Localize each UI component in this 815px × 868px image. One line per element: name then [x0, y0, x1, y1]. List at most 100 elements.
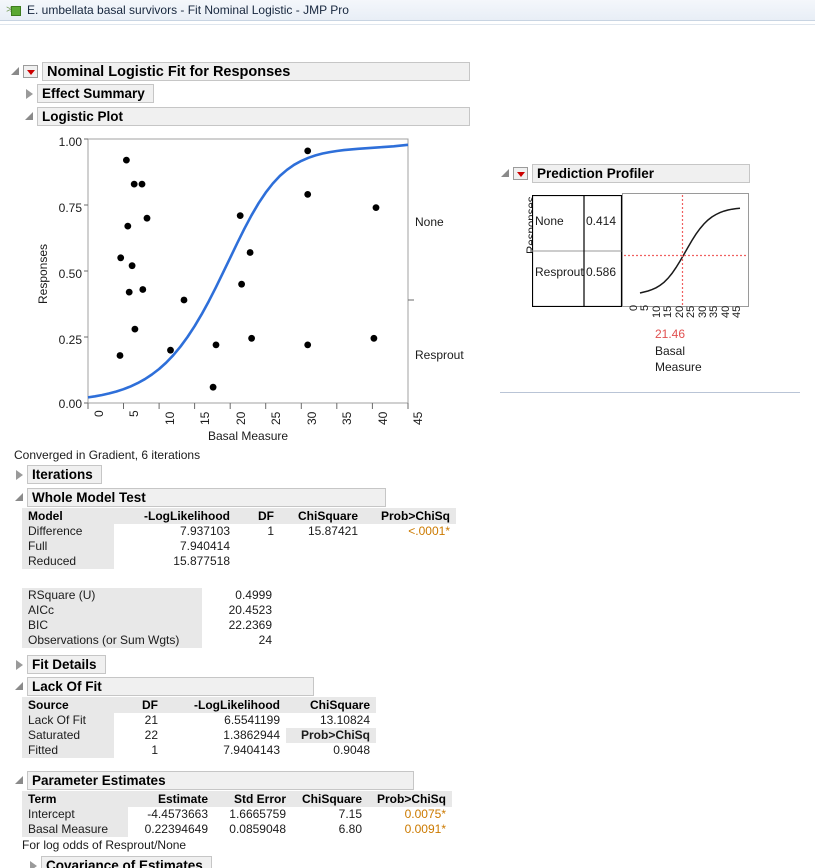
stat-label: AICc: [22, 603, 202, 618]
y-tick-label: 0.00: [50, 397, 82, 411]
window-title: E. umbellata basal survivors - Fit Nomin…: [27, 3, 349, 17]
cell-prob-chisq-header: Prob>ChiSq: [286, 728, 376, 743]
cell-df: [236, 554, 280, 569]
logistic-plot-canvas[interactable]: [84, 129, 414, 419]
response-level-label-resprout: Resprout: [415, 348, 464, 362]
section-lack-of-fit[interactable]: Lack Of Fit: [14, 677, 314, 696]
col-prob-chisq: Prob>ChiSq: [368, 791, 452, 807]
stat-value: 24: [202, 633, 278, 648]
profiler-x-tick-label: 5: [639, 305, 651, 311]
cell-loglikelihood: 7.9404143: [164, 743, 286, 758]
report-area: Nominal Logistic Fit for Responses Effec…: [0, 25, 815, 868]
cell-chisquare: 15.87421: [280, 524, 364, 539]
col-prob-chisq: Prob>ChiSq: [364, 508, 456, 524]
x-tick-label: 25: [269, 412, 283, 425]
cell-chisquare: 13.10824: [286, 713, 376, 728]
x-tick-label: 5: [127, 410, 141, 417]
section-parameter-estimates[interactable]: Parameter Estimates: [14, 771, 414, 790]
profiler-curve-panel[interactable]: [622, 193, 752, 313]
section-covariance-of-estimates[interactable]: Covariance of Estimates: [28, 856, 212, 868]
x-axis-label: Basal Measure: [208, 429, 288, 443]
col-estimate: Estimate: [128, 791, 214, 807]
cell-loglikelihood: 1.3862944: [164, 728, 286, 743]
cell-prob-chisq: 0.0075*: [368, 807, 452, 822]
disclosure-triangle-closed-icon[interactable]: [14, 659, 25, 671]
red-triangle-menu-icon[interactable]: [513, 167, 528, 180]
table-row: Basal Measure 0.22394649 0.0859048 6.80 …: [22, 822, 452, 837]
cell-df: 21: [114, 713, 164, 728]
jmp-leaf-icon: ≫: [6, 4, 21, 17]
cell-loglikelihood: 7.940414: [114, 539, 236, 554]
section-iterations[interactable]: Iterations: [14, 465, 102, 484]
disclosure-triangle-open-icon[interactable]: [24, 111, 35, 123]
col-source: Source: [22, 697, 114, 713]
cell-df: 22: [114, 728, 164, 743]
cell-std-error: 0.0859048: [214, 822, 292, 837]
section-title-prediction-profiler: Prediction Profiler: [532, 164, 750, 183]
x-tick-label: 0: [92, 410, 106, 417]
cell-df: 1: [114, 743, 164, 758]
disclosure-triangle-open-icon[interactable]: [14, 775, 25, 787]
section-title-lack-of-fit: Lack Of Fit: [27, 677, 314, 696]
section-title-effect-summary: Effect Summary: [37, 84, 154, 103]
table-row: Observations (or Sum Wgts) 24: [22, 633, 278, 648]
col-loglikelihood: -LogLikelihood: [164, 697, 286, 713]
table-row: Reduced 15.877518: [22, 554, 456, 569]
stat-label: RSquare (U): [22, 588, 202, 603]
section-nominal-logistic-fit[interactable]: Nominal Logistic Fit for Responses: [10, 62, 470, 81]
whole-model-test-table: Model -LogLikelihood DF ChiSquare Prob>C…: [22, 508, 456, 569]
section-title-iterations: Iterations: [27, 465, 102, 484]
col-chisquare: ChiSquare: [280, 508, 364, 524]
section-logistic-plot[interactable]: Logistic Plot: [24, 107, 470, 126]
cell-prob-chisq: [364, 539, 456, 554]
section-whole-model-test[interactable]: Whole Model Test: [14, 488, 386, 507]
x-tick-label: 40: [376, 412, 390, 425]
logistic-plot[interactable]: 1.00 0.75 0.50 0.25 0.00 Responses: [0, 129, 480, 439]
table-row: Saturated 22 1.3862944 Prob>ChiSq: [22, 728, 376, 743]
profiler-bottom-separator: [500, 392, 800, 393]
col-df: DF: [236, 508, 280, 524]
y-tick-label: 0.75: [50, 201, 82, 215]
cell-term: Basal Measure: [22, 822, 128, 837]
table-row: Full 7.940414: [22, 539, 456, 554]
y-tick-label: 1.00: [50, 135, 82, 149]
table-row: Difference 7.937103 1 15.87421 <.0001*: [22, 524, 456, 539]
col-df: DF: [114, 697, 164, 713]
table-row: RSquare (U) 0.4999: [22, 588, 278, 603]
x-tick-label: 30: [305, 412, 319, 425]
section-effect-summary[interactable]: Effect Summary: [24, 84, 154, 103]
profiler-x-tick-label: 25: [685, 306, 697, 318]
disclosure-triangle-open-icon[interactable]: [500, 168, 511, 180]
prediction-profiler[interactable]: Responses None 0.414 Resprout 0.586 0 5 …: [500, 187, 800, 387]
profiler-factor-name-line2: Measure: [655, 360, 702, 374]
disclosure-triangle-closed-icon[interactable]: [24, 88, 35, 100]
col-std-error: Std Error: [214, 791, 292, 807]
profiler-current-value[interactable]: 21.46: [655, 327, 685, 341]
disclosure-triangle-open-icon[interactable]: [10, 66, 21, 78]
table-row: AICc 20.4523: [22, 603, 278, 618]
section-fit-details[interactable]: Fit Details: [14, 655, 106, 674]
profiler-x-tick-label: 45: [731, 306, 743, 318]
col-model: Model: [22, 508, 114, 524]
convergence-text: Converged in Gradient, 6 iterations: [14, 448, 200, 462]
section-prediction-profiler[interactable]: Prediction Profiler: [500, 164, 750, 183]
table-row: Fitted 1 7.9404143 0.9048: [22, 743, 376, 758]
x-tick-label: 20: [234, 412, 248, 425]
table-header-row: Term Estimate Std Error ChiSquare Prob>C…: [22, 791, 452, 807]
cell-model: Reduced: [22, 554, 114, 569]
disclosure-triangle-open-icon[interactable]: [14, 492, 25, 504]
stat-value: 20.4523: [202, 603, 278, 618]
table-row: Intercept -4.4573663 1.6665759 7.15 0.00…: [22, 807, 452, 822]
cell-term: Intercept: [22, 807, 128, 822]
y-axis-label: Responses: [36, 244, 50, 304]
red-triangle-menu-icon[interactable]: [23, 65, 38, 78]
disclosure-triangle-open-icon[interactable]: [14, 681, 25, 693]
cell-model: Full: [22, 539, 114, 554]
lack-of-fit-table: Source DF -LogLikelihood ChiSquare Lack …: [22, 697, 376, 758]
parameter-estimates-table: Term Estimate Std Error ChiSquare Prob>C…: [22, 791, 452, 837]
x-tick-label: 10: [163, 412, 177, 425]
col-loglikelihood: -LogLikelihood: [114, 508, 236, 524]
disclosure-triangle-closed-icon[interactable]: [14, 469, 25, 481]
cell-estimate: -4.4573663: [128, 807, 214, 822]
response-level-label-none: None: [415, 215, 444, 229]
